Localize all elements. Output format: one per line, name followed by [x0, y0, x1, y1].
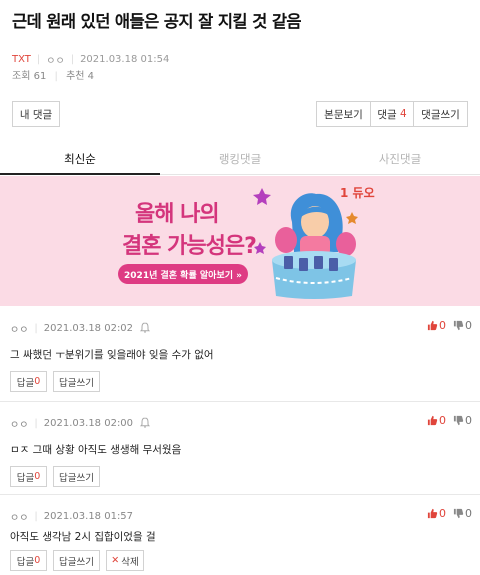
fortune-teller-illustration — [253, 188, 358, 299]
thumbs-down-icon — [453, 320, 464, 331]
comment-sort-tabs: 최신순 랭킹댓글 사진댓글 — [0, 145, 480, 175]
comment-actions: 답글 0 답글쓰기 ✕ 삭제 — [10, 550, 150, 571]
comment-text: ㅁㅈ 그때 상황 아직도 생생해 무서웠음 — [10, 444, 182, 456]
reply-label: 답글 — [16, 377, 35, 389]
tab-latest[interactable]: 최신순 — [0, 145, 160, 175]
comment-author[interactable]: ㅇㅇ — [10, 509, 28, 524]
comments-count: 4 — [399, 108, 407, 120]
comment-actions: 답글 0 답글쓰기 — [10, 371, 106, 392]
report-icon[interactable] — [140, 416, 151, 431]
reply-count: 0 — [34, 471, 41, 482]
dislike-count: 0 — [465, 414, 472, 427]
comment-datetime: 2021.03.18 02:02 — [43, 323, 134, 334]
comment-item: ㅇㅇ | 2021.03.18 02:00 0 0 ㅁㅈ 그때 상황 아직도 생… — [0, 402, 480, 495]
meta-divider: | — [34, 418, 38, 429]
post-title: 근데 원래 있던 애들은 공지 잘 지킬 것 같음 — [12, 12, 302, 31]
dislike-count: 0 — [465, 319, 472, 332]
thumbs-up-icon — [427, 508, 438, 519]
reply-label: 답글 — [16, 556, 35, 568]
post-stats: 조회 61 | 추천 4 — [12, 67, 94, 82]
like-count: 0 — [439, 319, 446, 332]
comment-header: ㅇㅇ | 2021.03.18 01:57 — [10, 509, 133, 524]
meta-divider: | — [54, 71, 58, 82]
comment-votes: 0 0 — [427, 414, 472, 427]
comments-label: 댓글 — [377, 108, 397, 121]
reply-count-button[interactable]: 답글 0 — [10, 466, 47, 487]
post-category[interactable]: TXT — [12, 54, 31, 65]
banner-cta-button[interactable]: 2021년 결혼 확률 알아보기 » — [118, 264, 248, 284]
body-view-button[interactable]: 본문보기 — [317, 102, 370, 126]
like-button[interactable]: 0 — [427, 414, 446, 427]
thumbs-up-icon — [427, 415, 438, 426]
like-button[interactable]: 0 — [427, 319, 446, 332]
write-reply-button[interactable]: 답글쓰기 — [53, 466, 100, 487]
recommend-label: 추천 — [66, 71, 85, 82]
like-count: 0 — [439, 414, 446, 427]
meta-divider: | — [70, 54, 75, 65]
post-author[interactable]: ㅇㅇ — [46, 52, 64, 67]
comment-item: ㅇㅇ | 2021.03.18 02:02 0 0 그 싸했던 ㅜ분위기를 잊을… — [0, 307, 480, 402]
comment-item: ㅇㅇ | 2021.03.18 01:57 0 0 아직도 생각남 2시 집합이… — [0, 495, 480, 575]
banner-headline-2: 결혼 가능성은? — [122, 234, 257, 259]
comment-author[interactable]: ㅇㅇ — [10, 321, 28, 336]
views-label: 조회 — [12, 71, 31, 82]
post-datetime: 2021.03.18 01:54 — [80, 54, 170, 65]
comment-datetime: 2021.03.18 02:00 — [43, 418, 134, 429]
comment-votes: 0 0 — [427, 507, 472, 520]
tab-ranking[interactable]: 랭킹댓글 — [160, 145, 320, 174]
reply-count: 0 — [34, 376, 41, 387]
meta-divider: | — [36, 54, 41, 65]
recommend-count: 4 — [87, 71, 95, 82]
thumbs-down-icon — [453, 508, 464, 519]
reply-count-button[interactable]: 답글 0 — [10, 550, 47, 571]
like-button[interactable]: 0 — [427, 507, 446, 520]
comment-header: ㅇㅇ | 2021.03.18 02:02 — [10, 321, 151, 336]
comment-datetime: 2021.03.18 01:57 — [43, 511, 134, 522]
close-icon: ✕ — [111, 555, 120, 566]
comment-author[interactable]: ㅇㅇ — [10, 416, 28, 431]
dislike-count: 0 — [465, 507, 472, 520]
comment-votes: 0 0 — [427, 319, 472, 332]
post-meta: TXT | ㅇㅇ | 2021.03.18 01:54 — [12, 52, 169, 67]
banner-headline-1: 올해 나의 — [135, 202, 220, 227]
reply-label: 답글 — [16, 472, 35, 484]
comment-actions: 답글 0 답글쓰기 — [10, 466, 106, 487]
post-toolbar: 본문보기 댓글 4 댓글쓰기 — [316, 101, 468, 127]
meta-divider: | — [34, 511, 38, 522]
write-reply-button[interactable]: 답글쓰기 — [53, 371, 100, 392]
like-count: 0 — [439, 507, 446, 520]
tab-photo[interactable]: 사진댓글 — [320, 145, 480, 174]
my-comments-button[interactable]: 내 댓글 — [12, 101, 60, 127]
ad-banner[interactable]: 올해 나의 결혼 가능성은? 2021년 결혼 확률 알아보기 » 1 듀오 — [0, 176, 480, 306]
thumbs-up-icon — [427, 320, 438, 331]
comment-text: 아직도 생각남 2시 집합이었을 걸 — [10, 531, 156, 543]
write-comment-button[interactable]: 댓글쓰기 — [413, 102, 467, 126]
thumbs-down-icon — [453, 415, 464, 426]
reply-count-button[interactable]: 답글 0 — [10, 371, 47, 392]
report-icon[interactable] — [140, 321, 151, 336]
comment-header: ㅇㅇ | 2021.03.18 02:00 — [10, 416, 151, 431]
views-count: 61 — [33, 71, 47, 82]
write-reply-button[interactable]: 답글쓰기 — [53, 550, 100, 571]
delete-label: 삭제 — [121, 556, 139, 568]
comments-button[interactable]: 댓글 4 — [370, 102, 413, 126]
dislike-button[interactable]: 0 — [453, 414, 472, 427]
delete-button[interactable]: ✕ 삭제 — [106, 550, 144, 571]
comment-text: 그 싸했던 ㅜ분위기를 잊을래야 잊을 수가 없어 — [10, 349, 214, 361]
dislike-button[interactable]: 0 — [453, 507, 472, 520]
reply-count: 0 — [34, 555, 41, 566]
dislike-button[interactable]: 0 — [453, 319, 472, 332]
meta-divider: | — [34, 323, 38, 334]
